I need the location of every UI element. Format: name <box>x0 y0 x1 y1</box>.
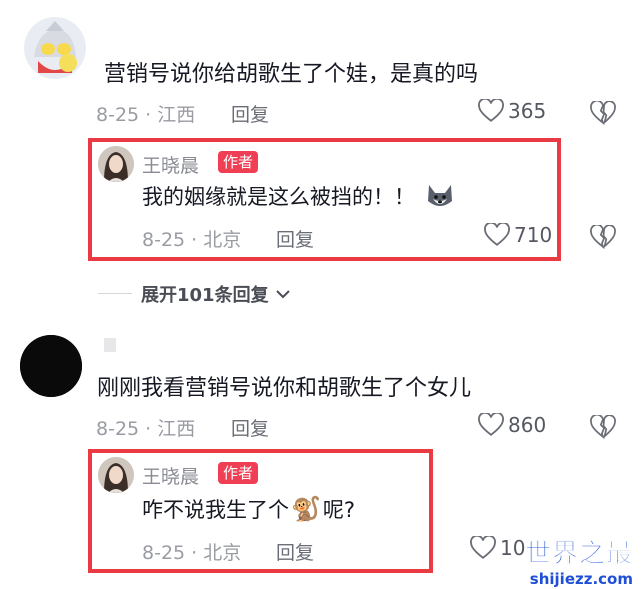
like-count: 365 <box>508 99 547 123</box>
reply-button[interactable]: 回复 <box>231 414 269 441</box>
like-button[interactable]: 365 <box>478 99 546 123</box>
reply-meta: 8-25 · 北京 <box>142 542 242 564</box>
like-button[interactable]: 860 <box>478 413 546 437</box>
heart-icon <box>478 99 504 122</box>
comment-meta: 8-25 · 江西 <box>96 418 196 440</box>
dislike-button[interactable] <box>590 413 616 443</box>
like-button[interactable]: 710 <box>484 223 552 247</box>
watermark-title: 世界之最 <box>524 539 633 570</box>
dislike-button[interactable] <box>590 99 616 129</box>
heart-icon <box>478 413 504 436</box>
broken-heart-icon <box>590 223 616 250</box>
monkey-emoji-icon: 🐒 <box>291 495 321 523</box>
expand-replies-button[interactable]: 展开101条回复 <box>141 281 291 307</box>
like-button[interactable]: 10 <box>470 536 525 560</box>
comment-meta: 8-25 · 江西 <box>96 104 196 126</box>
like-count: 860 <box>508 413 547 437</box>
dislike-button[interactable] <box>590 223 616 253</box>
ultraman-avatar-icon <box>24 17 86 79</box>
like-count: 710 <box>514 223 553 247</box>
author-name[interactable]: 王晓晨 <box>142 462 199 489</box>
reply-meta: 8-25 · 北京 <box>142 229 242 251</box>
portrait-avatar-icon <box>98 146 134 182</box>
comment-text: 营销号说你给胡歌生了个娃，是真的吗 <box>104 62 479 87</box>
reply-content: 咋不说我生了个 🐒 呢? <box>142 494 355 524</box>
portrait-avatar-icon <box>98 457 134 493</box>
site-watermark: 世界之最 shijiezz.com <box>525 533 633 588</box>
chevron-down-icon <box>275 290 290 299</box>
author-badge: 作者 <box>218 151 259 173</box>
reply-content: 我的姻缘就是这么被挡的！！ <box>142 181 455 211</box>
author-avatar[interactable] <box>98 146 134 182</box>
heart-icon <box>470 536 496 559</box>
reply-button[interactable]: 回复 <box>276 538 314 565</box>
author-badge: 作者 <box>218 462 259 484</box>
husky-dog-emoji-icon <box>428 185 452 206</box>
expand-divider <box>98 293 132 294</box>
broken-heart-icon <box>590 413 616 440</box>
like-count: 10 <box>500 536 526 560</box>
username-placeholder <box>104 338 116 352</box>
expand-replies-label: 展开101条回复 <box>141 285 269 306</box>
reply-button[interactable]: 回复 <box>276 225 314 252</box>
author-name[interactable]: 王晓晨 <box>142 151 199 178</box>
reply-text: 咋不说我生了个 <box>142 498 289 522</box>
broken-heart-icon <box>590 99 616 126</box>
heart-icon <box>484 223 510 246</box>
reply-button[interactable]: 回复 <box>231 100 269 127</box>
commenter-avatar[interactable] <box>24 17 86 79</box>
reply-text: 我的姻缘就是这么被挡的！！ <box>142 185 415 209</box>
comment-text: 刚刚我看营销号说你和胡歌生了个女儿 <box>97 376 472 401</box>
reply-text-end: 呢? <box>322 498 356 522</box>
watermark-url: shijiezz.com <box>529 570 633 588</box>
author-avatar[interactable] <box>98 457 134 493</box>
commenter-avatar[interactable] <box>20 335 82 397</box>
black-avatar-icon <box>20 335 82 397</box>
